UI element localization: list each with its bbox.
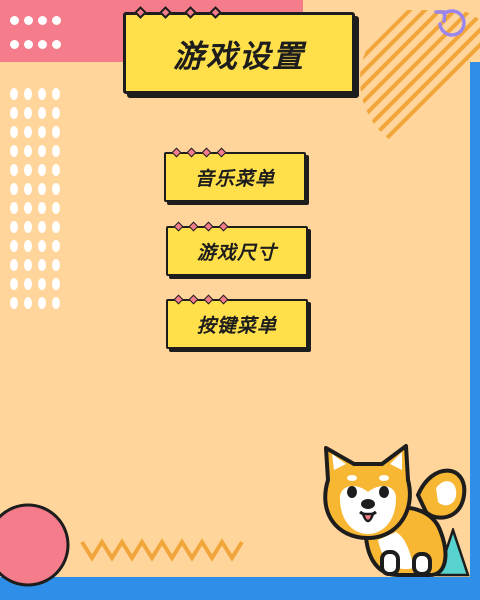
zigzag-decoration: [80, 538, 244, 562]
pink-circle-decoration: [0, 503, 70, 587]
shiba-dog-mascot: [323, 444, 467, 577]
settings-screen: 游戏设置 音乐菜单 游戏尺寸 按键菜单: [0, 0, 480, 600]
